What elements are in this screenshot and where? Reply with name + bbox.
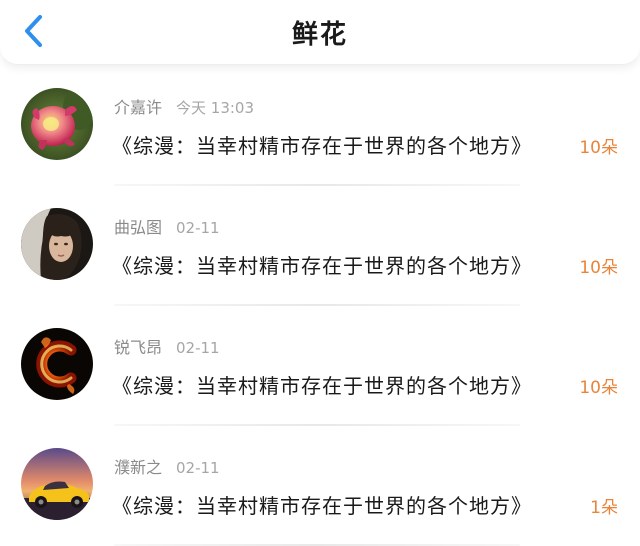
timestamp: 02-11 [176,339,220,357]
fire-letter-c-avatar[interactable] [21,328,93,400]
top-bar: 鲜花 [0,0,640,65]
book-title: 《综漫：当幸村精市存在于世界的各个地方》 [112,134,532,158]
book-title: 《综漫：当幸村精市存在于世界的各个地方》 [112,254,532,278]
sender-name[interactable]: 濮新之 [114,458,162,477]
page-title: 鲜花 [291,20,348,50]
flower-count: 10朵 [579,138,618,158]
list-item[interactable]: 介嘉许 今天 13:03 《综漫：当幸村精市存在于世界的各个地方》 10朵 [0,66,640,186]
flower-count: 10朵 [579,378,618,398]
yellow-sports-car-avatar[interactable] [21,448,93,520]
dragonfruit-flower-avatar[interactable] [21,88,93,160]
list-item[interactable]: 濮新之 02-11 《综漫：当幸村精市存在于世界的各个地方》 1朵 [0,426,640,546]
sender-name[interactable]: 锐飞昂 [114,338,162,357]
timestamp: 今天 13:03 [176,99,255,117]
timestamp: 02-11 [176,459,220,477]
list-item[interactable]: 曲弘图 02-11 《综漫：当幸村精市存在于世界的各个地方》 10朵 [0,186,640,306]
book-title: 《综漫：当幸村精市存在于世界的各个地方》 [112,374,532,398]
list-item[interactable]: 锐飞昂 02-11 《综漫：当幸村精市存在于世界的各个地方》 10朵 [0,306,640,426]
sender-name[interactable]: 介嘉许 [114,98,162,117]
book-title: 《综漫：当幸村精市存在于世界的各个地方》 [112,494,532,518]
flower-count: 10朵 [579,258,618,278]
timestamp: 02-11 [176,219,220,237]
flower-list: 介嘉许 今天 13:03 《综漫：当幸村精市存在于世界的各个地方》 10朵 曲弘图… [0,66,640,546]
woman-portrait-avatar[interactable] [21,208,93,280]
sender-name[interactable]: 曲弘图 [114,218,162,237]
flower-count: 1朵 [590,498,618,518]
